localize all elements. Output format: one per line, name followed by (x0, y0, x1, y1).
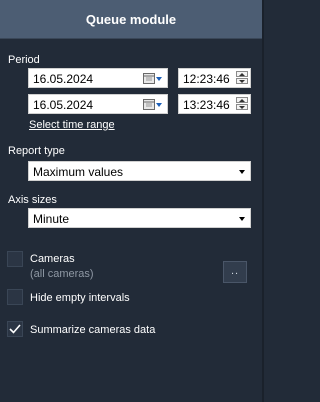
to-time-spinner[interactable] (236, 97, 248, 111)
panel-border (262, 0, 264, 402)
spin-down-icon[interactable] (236, 78, 248, 84)
from-date-value: 16.05.2024 (33, 72, 94, 86)
report-type-select[interactable]: Maximum values (28, 161, 251, 181)
chevron-down-icon (239, 170, 245, 174)
cameras-sublabel: (all cameras) (30, 268, 94, 280)
from-time-input[interactable]: 12:23:46 (178, 68, 251, 88)
to-date-picker[interactable]: 16.05.2024 (28, 94, 168, 114)
axis-sizes-label: Axis sizes (8, 194, 57, 206)
summarize-label: Summarize cameras data (30, 324, 156, 336)
to-time-value: 13:23:46 (183, 98, 230, 112)
spin-down-icon[interactable] (236, 104, 248, 110)
axis-sizes-select[interactable]: Minute (28, 208, 251, 228)
panel-title: Queue module (85, 11, 177, 27)
hide-empty-label: Hide empty intervals (30, 292, 130, 304)
summarize-checkbox[interactable] (7, 321, 23, 337)
cameras-label: Cameras (30, 253, 75, 265)
axis-sizes-value: Minute (33, 212, 70, 226)
from-time-spinner[interactable] (236, 71, 248, 85)
to-time-input[interactable]: 13:23:46 (178, 94, 251, 114)
report-type-value: Maximum values (33, 165, 124, 179)
cameras-more-button[interactable]: .. (223, 261, 247, 283)
calendar-icon[interactable] (143, 72, 163, 85)
cameras-checkbox[interactable] (7, 251, 23, 267)
period-label: Period (8, 54, 40, 66)
hide-empty-checkbox[interactable] (7, 289, 23, 305)
checkmark-icon (9, 324, 21, 334)
panel-header: Queue module (0, 0, 262, 39)
spin-up-icon[interactable] (236, 71, 248, 77)
select-time-range-link[interactable]: Select time range (29, 119, 115, 131)
from-time-value: 12:23:46 (183, 72, 230, 86)
calendar-icon[interactable] (143, 98, 163, 111)
report-type-label: Report type (8, 145, 65, 157)
spin-up-icon[interactable] (236, 97, 248, 103)
chevron-down-icon (239, 217, 245, 221)
queue-module-panel: Queue module Period 16.05.2024 12:23:46 (0, 0, 264, 402)
to-date-value: 16.05.2024 (33, 98, 94, 112)
from-date-picker[interactable]: 16.05.2024 (28, 68, 168, 88)
